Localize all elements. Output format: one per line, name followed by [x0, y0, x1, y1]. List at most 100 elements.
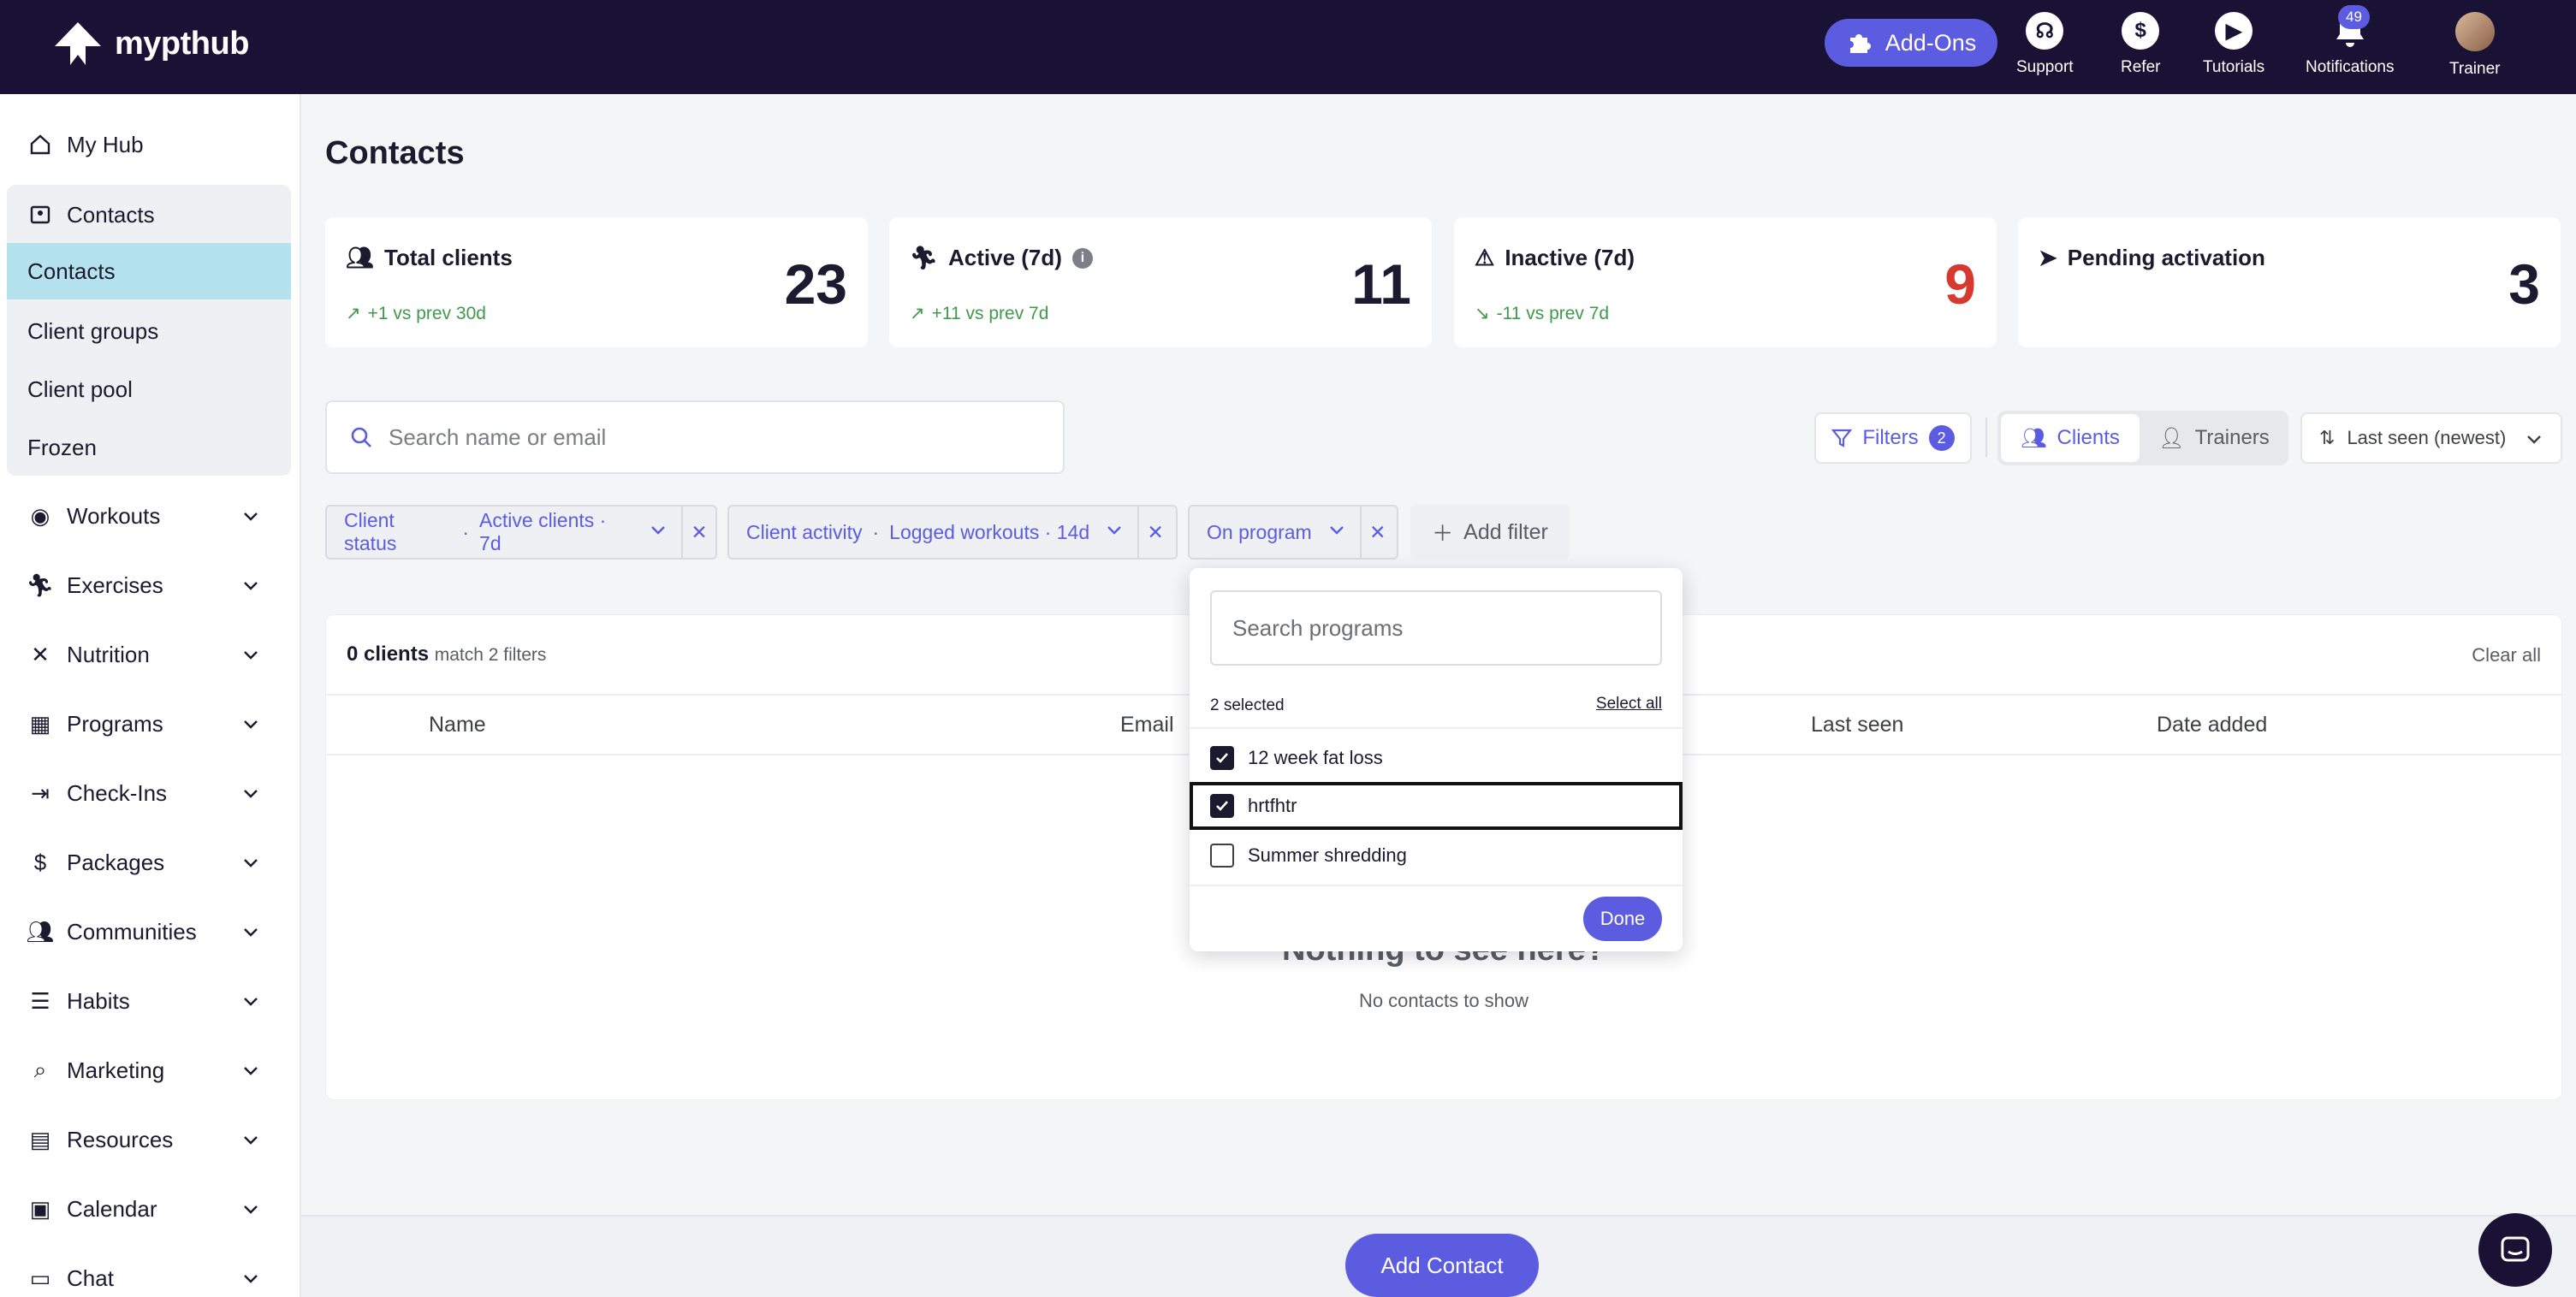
stat-value: 3: [2508, 252, 2540, 316]
checkbox-checked[interactable]: [1210, 746, 1234, 770]
chevron-down-icon: [241, 1128, 260, 1155]
calendar-grid-icon: ▦: [29, 710, 51, 737]
column-name[interactable]: Name: [429, 713, 486, 737]
program-option[interactable]: Summer shredding: [1190, 832, 1683, 879]
remove-filter-button[interactable]: ✕: [681, 506, 715, 558]
trend-down-icon: ↘: [1475, 304, 1490, 323]
sidebar-item-label: Workouts: [67, 502, 161, 529]
chevron-down-icon: [241, 851, 260, 878]
chip-value: Logged workouts · 14d: [889, 520, 1090, 543]
select-all-link[interactable]: Select all: [1596, 695, 1662, 714]
add-contact-button[interactable]: Add Contact: [1345, 1234, 1539, 1297]
puzzle-icon: [1849, 34, 1871, 53]
brand-logo[interactable]: mypthub: [53, 21, 249, 67]
remove-filter-button[interactable]: ✕: [1359, 506, 1394, 558]
addons-label: Add-Ons: [1885, 29, 1977, 56]
remove-filter-button[interactable]: ✕: [1137, 506, 1172, 558]
column-date-added[interactable]: Date added: [2157, 713, 2267, 737]
divider: [1190, 885, 1683, 886]
sort-dropdown[interactable]: ⇅ Last seen (newest): [2300, 412, 2562, 464]
sort-label: Last seen (newest): [2347, 427, 2507, 448]
sidebar-item-chat[interactable]: ▭ Chat: [7, 1250, 291, 1297]
sidebar-sub-client-groups[interactable]: Client groups: [7, 303, 291, 359]
magnify-icon: ⌕: [33, 1057, 47, 1082]
sidebar-sub-client-pool[interactable]: Client pool: [7, 361, 291, 418]
sidebar-sub-frozen[interactable]: Frozen: [7, 419, 291, 476]
done-button[interactable]: Done: [1583, 897, 1662, 941]
filter-chip-client-status[interactable]: Client status · Active clients · 7d ✕: [325, 505, 717, 560]
refer-link[interactable]: $ Refer: [2121, 12, 2160, 77]
add-filter-label: Add filter: [1463, 519, 1548, 544]
chevron-down-icon: [241, 505, 260, 531]
chevron-down-icon: [241, 990, 260, 1016]
notifications-link[interactable]: 49 Notifications: [2306, 5, 2395, 77]
chip-label: Client status: [344, 509, 397, 554]
sidebar-item-communities[interactable]: 👥︎ Communities: [7, 903, 291, 960]
sidebar-item-programs[interactable]: ▦ Programs: [7, 696, 291, 752]
support-link[interactable]: ☊ Support: [2016, 12, 2074, 77]
tab-trainers[interactable]: 👤︎ Trainers: [2143, 414, 2285, 462]
sidebar-sub-contacts[interactable]: Contacts: [7, 243, 291, 299]
sidebar-item-packages[interactable]: $ Packages: [7, 834, 291, 891]
stat-label: Pending activation: [2067, 245, 2265, 270]
chevron-down-icon: [649, 520, 668, 544]
sidebar-item-nutrition[interactable]: ✕ Nutrition: [7, 626, 291, 683]
sidebar-item-label: Nutrition: [67, 641, 150, 667]
info-icon[interactable]: i: [1071, 247, 1093, 269]
search-input[interactable]: [389, 423, 1039, 451]
play-icon: ▶: [2215, 12, 2253, 50]
stat-card-active: 🏃︎ Active (7d) i ↗ +11 vs prev 7d 11: [889, 217, 1432, 347]
contact-type-toggle: 👥︎ Clients 👤︎ Trainers: [1997, 411, 2288, 465]
list-check-icon: ☰: [30, 987, 50, 1014]
tab-clients[interactable]: 👥︎ Clients: [2001, 414, 2140, 462]
sidebar-item-my-hub[interactable]: My Hub: [7, 116, 291, 173]
program-filter-dropdown: 2 selected Select all 12 week fat loss h…: [1190, 568, 1683, 951]
plus-icon: ＋: [1432, 522, 1454, 546]
chat-launcher-button[interactable]: [2478, 1213, 2552, 1287]
sidebar-item-contacts[interactable]: Contacts: [7, 187, 291, 243]
chevron-down-icon: [241, 643, 260, 670]
sidebar-item-label: Check-Ins: [67, 779, 168, 806]
search-icon: [351, 427, 371, 447]
sidebar-item-calendar[interactable]: ▣ Calendar: [7, 1181, 291, 1237]
sidebar-item-habits[interactable]: ☰ Habits: [7, 973, 291, 1029]
sidebar-item-marketing[interactable]: ⌕ Marketing: [7, 1042, 291, 1099]
chevron-down-icon: [241, 713, 260, 739]
sidebar-item-exercises[interactable]: 🏃︎ Exercises: [7, 557, 291, 613]
column-email[interactable]: Email: [1120, 713, 1174, 737]
chevron-down-icon: [1327, 520, 1346, 544]
column-last-seen[interactable]: Last seen: [1811, 713, 1903, 737]
program-option-focused[interactable]: hrtfhtr: [1190, 782, 1683, 830]
sign-in-icon: ⇥: [31, 779, 50, 806]
program-option-label: 12 week fat loss: [1248, 747, 1383, 768]
clear-all-button[interactable]: Clear all: [2472, 644, 2541, 666]
tutorials-label: Tutorials: [2203, 58, 2265, 76]
add-filter-button[interactable]: ＋ Add filter: [1410, 505, 1570, 560]
avatar: [2454, 12, 2495, 51]
addons-button[interactable]: Add-Ons: [1825, 19, 1997, 67]
sidebar-item-label: Communities: [67, 918, 197, 945]
program-search-box: [1210, 590, 1662, 666]
sidebar-item-label: Packages: [67, 849, 165, 875]
checkbox-checked[interactable]: [1210, 794, 1234, 818]
filter-chip-client-activity[interactable]: Client activity · Logged workouts · 14d ✕: [727, 505, 1178, 560]
filter-icon: [1831, 429, 1853, 447]
trainer-profile[interactable]: Trainer: [2449, 12, 2500, 79]
sidebar: My Hub Contacts Contacts Client groups C…: [0, 94, 301, 1297]
program-option[interactable]: 12 week fat loss: [1190, 734, 1683, 782]
chevron-down-icon: [241, 574, 260, 601]
warning-icon: ⚠: [1475, 245, 1495, 270]
filters-button[interactable]: Filters 2: [1814, 412, 1972, 464]
program-search-input[interactable]: [1232, 614, 1643, 642]
chevron-down-icon: [241, 782, 260, 808]
utensils-icon: ✕: [31, 641, 50, 667]
dollar-icon: $: [2122, 12, 2160, 50]
result-count: 0 clients match 2 filters: [347, 643, 546, 666]
checkbox-unchecked[interactable]: [1210, 844, 1234, 868]
sidebar-item-workouts[interactable]: ◉ Workouts: [7, 488, 291, 544]
filter-chip-on-program[interactable]: On program ✕: [1188, 505, 1398, 560]
tutorials-link[interactable]: ▶ Tutorials: [2203, 12, 2264, 77]
sidebar-item-resources[interactable]: ▤ Resources: [7, 1111, 291, 1168]
sidebar-item-check-ins[interactable]: ⇥ Check-Ins: [7, 765, 291, 821]
home-icon: [27, 132, 53, 157]
